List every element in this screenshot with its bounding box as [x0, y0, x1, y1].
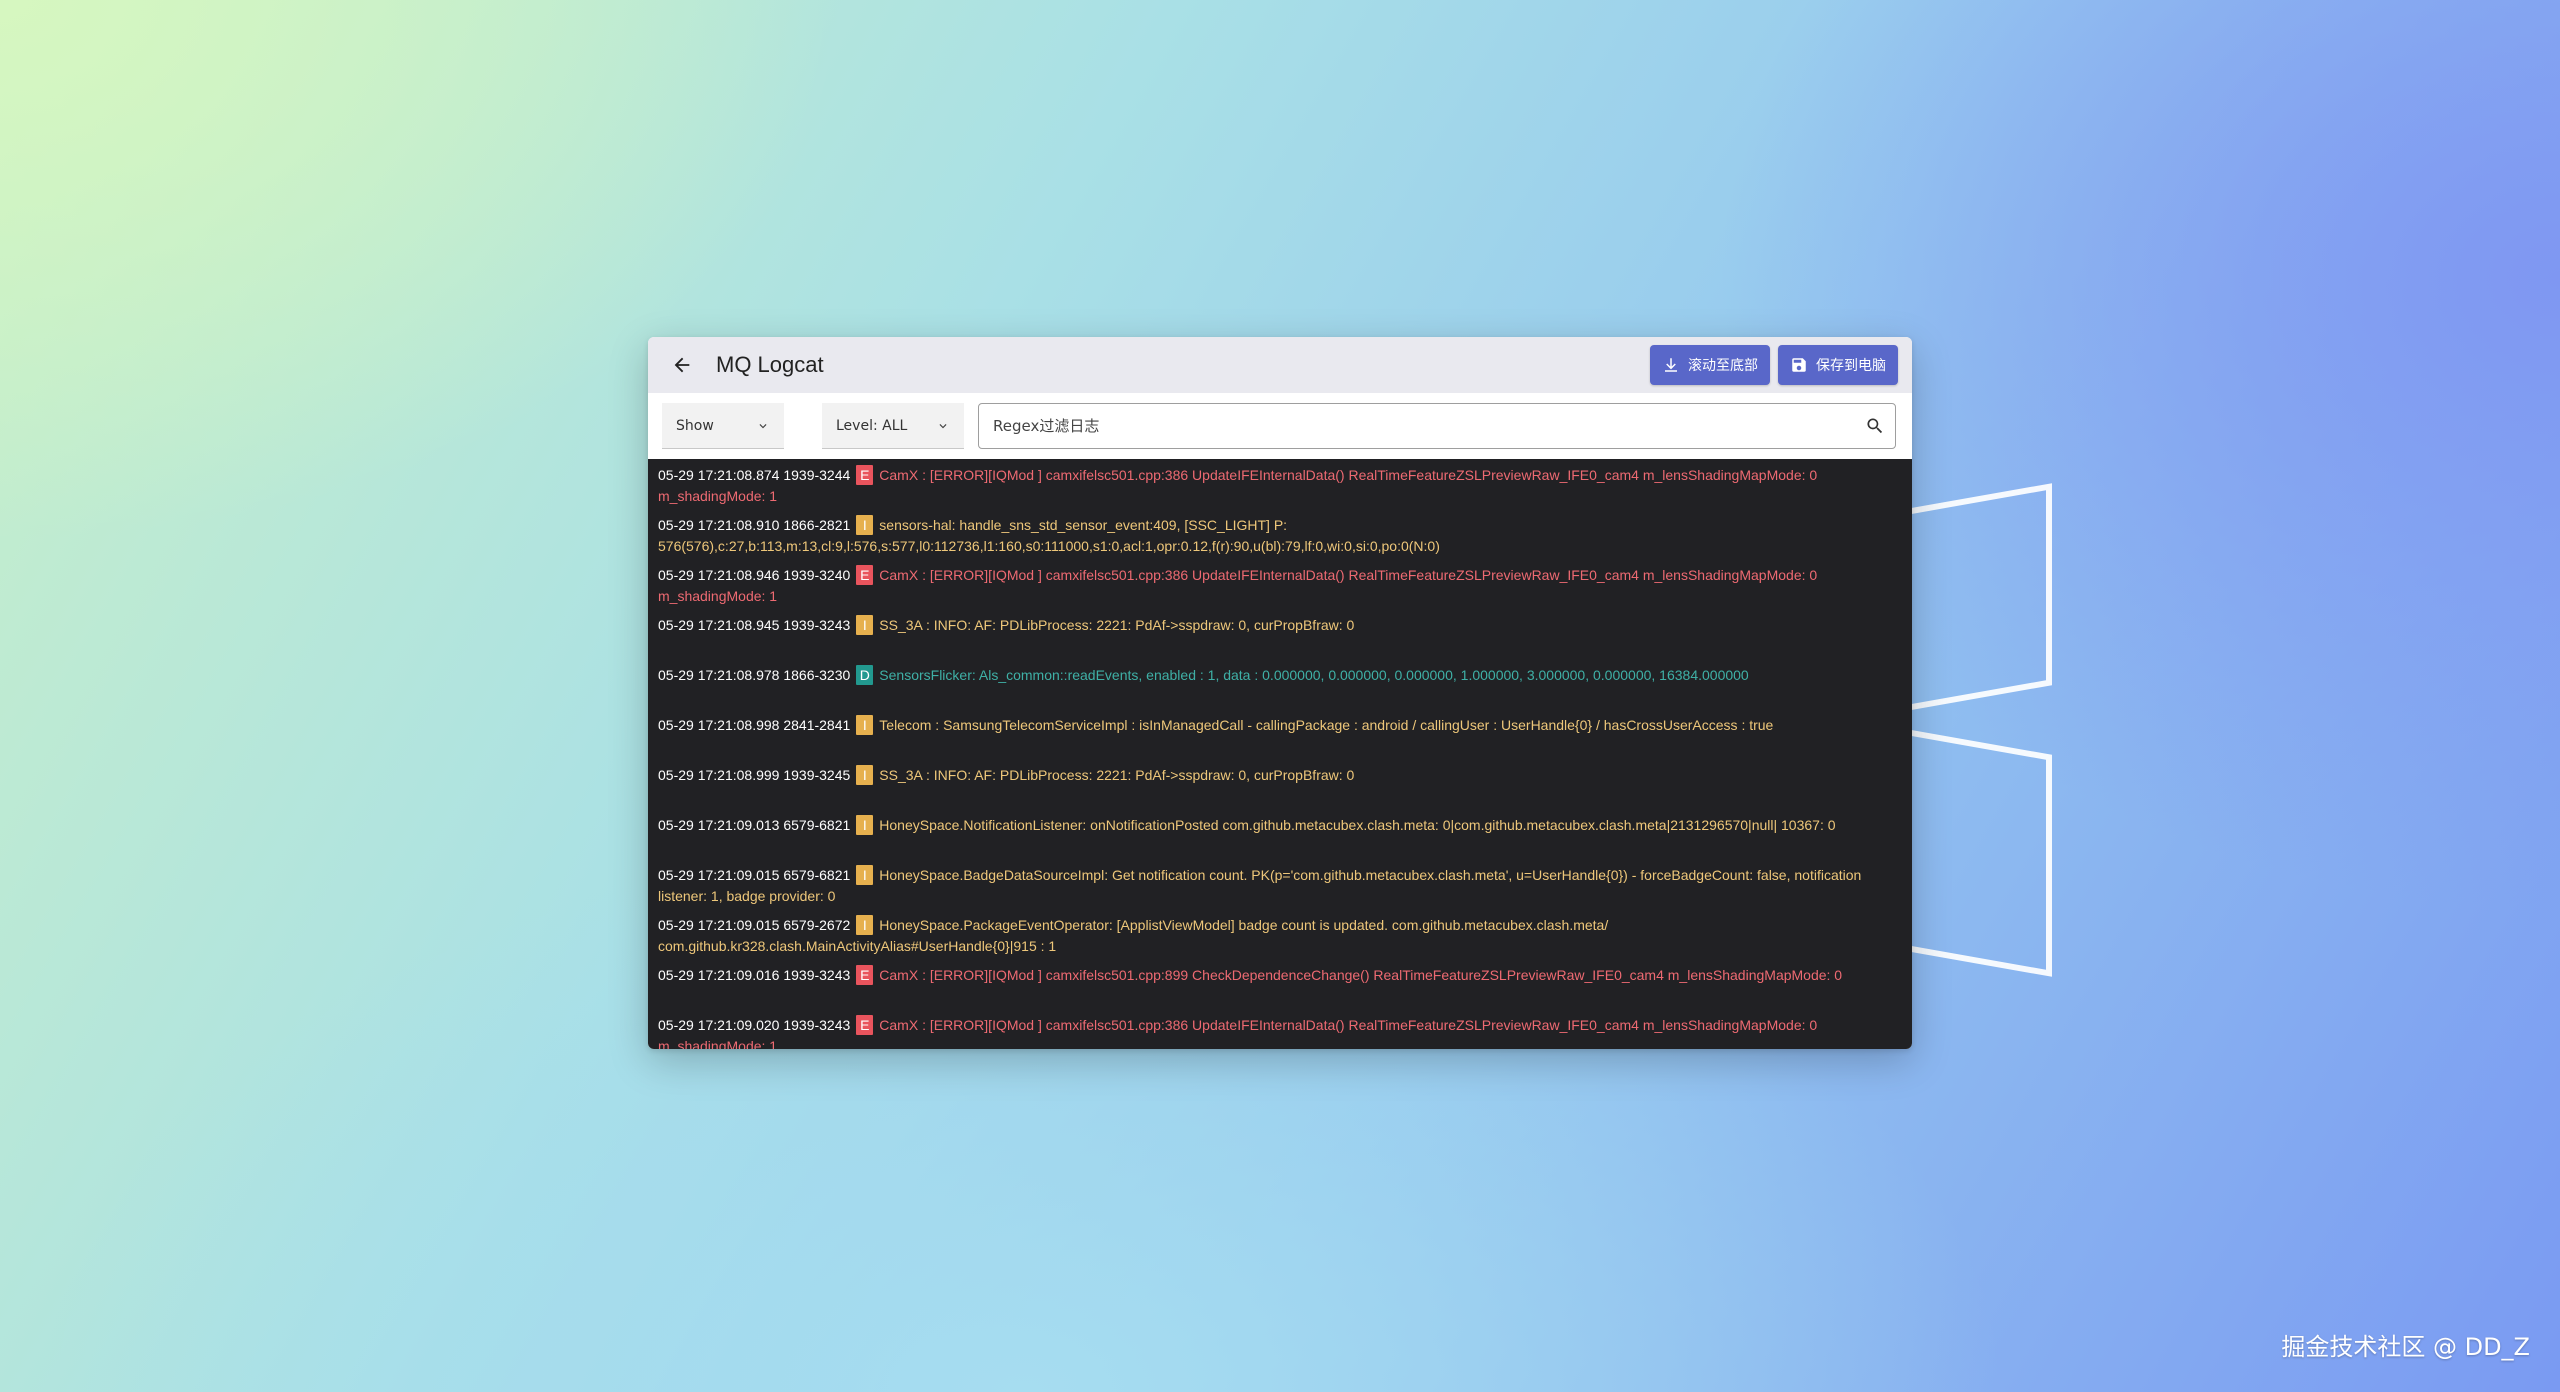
save-to-pc-label: 保存到电脑 [1816, 358, 1886, 374]
log-timestamp: 05-29 17:21:08.978 1866-3230 [658, 667, 851, 683]
log-timestamp: 05-29 17:21:09.016 1939-3243 [658, 967, 851, 983]
log-level-badge: I [856, 865, 874, 885]
show-select[interactable]: Show [662, 403, 784, 449]
log-timestamp: 05-29 17:21:08.946 1939-3240 [658, 567, 851, 583]
log-timestamp: 05-29 17:21:09.015 6579-2672 [658, 917, 851, 933]
log-entry: 05-29 17:21:08.946 1939-3240 E CamX : [ERR… [658, 565, 1904, 615]
log-entry: 05-29 17:21:08.999 1939-3245 I SS_3A : INF… [658, 765, 1904, 815]
log-message: CamX : [ERROR][IQMod ] camxifelsc501.cpp… [879, 967, 1843, 983]
title-bar: MQ Logcat 滚动至底部 保存到电脑 [648, 337, 1912, 393]
log-level-badge: I [856, 765, 874, 785]
log-entry: 05-29 17:21:08.945 1939-3243 I SS_3A : INF… [658, 615, 1904, 665]
log-timestamp: 05-29 17:21:09.013 6579-6821 [658, 817, 851, 833]
chevron-down-icon [939, 423, 947, 428]
log-level-badge: I [856, 815, 874, 835]
log-level-badge: I [856, 915, 874, 935]
level-select-value: Level: ALL [836, 417, 908, 434]
log-level-badge: E [856, 565, 874, 585]
log-entry: 05-29 17:21:09.013 6579-6821 I HoneySpace.… [658, 815, 1904, 865]
log-timestamp: 05-29 17:21:09.015 6579-6821 [658, 867, 851, 883]
log-entry: 05-29 17:21:08.910 1866-2821 Isensors-hal… [658, 515, 1904, 565]
window-title: MQ Logcat [716, 352, 824, 377]
back-button[interactable] [662, 345, 702, 385]
logcat-window: MQ Logcat 滚动至底部 保存到电脑 Show Level: ALL Re… [648, 337, 1912, 1049]
show-select-value: Show [676, 417, 714, 434]
log-level-badge: E [856, 965, 874, 985]
log-timestamp: 05-29 17:21:08.999 1939-3245 [658, 767, 851, 783]
arrow-left-icon [674, 357, 690, 373]
log-timestamp: 05-29 17:21:09.020 1939-3243 [658, 1017, 851, 1033]
log-timestamp: 05-29 17:21:08.998 2841-2841 [658, 717, 851, 733]
log-level-badge: E [856, 1015, 874, 1035]
chevron-down-icon [759, 423, 767, 428]
log-message: Telecom : SamsungTelecomServiceImpl : is… [879, 717, 1774, 733]
save-to-pc-button[interactable]: 保存到电脑 [1778, 345, 1898, 385]
log-level-badge: D [856, 665, 874, 685]
regex-filter-input[interactable] [991, 416, 1865, 436]
log-entry: 05-29 17:21:09.015 6579-2672 I HoneySpace.… [658, 915, 1904, 965]
log-entry: 05-29 17:21:09.020 1939-3243 E CamX : [ERR… [658, 1015, 1904, 1049]
filter-toolbar: Show Level: ALL [648, 393, 1912, 459]
log-timestamp: 05-29 17:21:08.874 1939-3244 [658, 467, 851, 483]
log-entry: 05-29 17:21:08.874 1939-3244 E CamX : [ERR… [658, 465, 1904, 515]
log-entry: 05-29 17:21:09.016 1939-3243 E CamX : [ERR… [658, 965, 1904, 1015]
windows-logo-upper-pane [1900, 483, 2052, 712]
scroll-to-bottom-button[interactable]: 滚动至底部 [1650, 345, 1770, 385]
log-list[interactable]: 05-29 17:21:08.874 1939-3244 E CamX : [ERR… [648, 459, 1912, 1049]
watermark: 掘金技术社区 @ DD_Z [2281, 1333, 2530, 1361]
log-message: SS_3A : INFO: AF: PDLibProcess: 2221: Pd… [879, 617, 1355, 633]
log-timestamp: 05-29 17:21:08.910 1866-2821 [658, 517, 851, 533]
windows-logo-lower-pane [1900, 728, 2052, 977]
log-level-badge: I [856, 715, 874, 735]
search-icon[interactable] [1865, 416, 1885, 436]
download-icon [1665, 358, 1677, 372]
log-message: SS_3A : INFO: AF: PDLibProcess: 2221: Pd… [879, 767, 1355, 783]
log-message: HoneySpace.NotificationListener: onNotif… [879, 817, 1836, 833]
regex-search-box[interactable] [978, 403, 1896, 449]
log-level-badge: I [856, 515, 874, 535]
log-entry: 05-29 17:21:08.978 1866-3230 D SensorsFlic… [658, 665, 1904, 715]
log-entry: 05-29 17:21:09.015 6579-6821 I HoneySpace.… [658, 865, 1904, 915]
level-select[interactable]: Level: ALL [822, 403, 964, 449]
log-timestamp: 05-29 17:21:08.945 1939-3243 [658, 617, 851, 633]
log-entry: 05-29 17:21:08.998 2841-2841 I Telecom : S… [658, 715, 1904, 765]
scroll-to-bottom-label: 滚动至底部 [1688, 358, 1758, 374]
log-level-badge: E [856, 465, 874, 485]
save-icon [1792, 358, 1806, 372]
log-message: SensorsFlicker: Als_common::readEvents, … [879, 667, 1749, 683]
log-level-badge: I [856, 615, 874, 635]
windows-logo [1900, 470, 2060, 977]
